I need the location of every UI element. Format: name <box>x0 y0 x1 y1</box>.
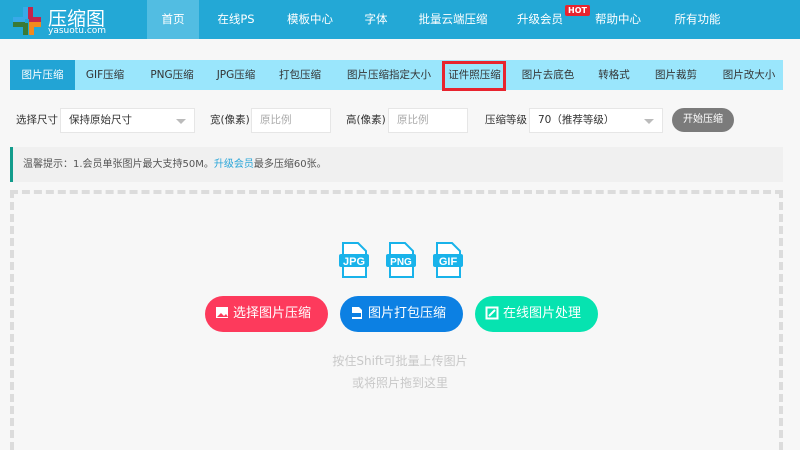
tip-banner: 温馨提示：1.会员单张图片最大支持50M。升级会员最多压缩60张。 <box>10 147 783 182</box>
tab-remove-bg[interactable]: 图片去底色 <box>518 60 578 90</box>
png-file-icon: PNG <box>386 242 416 278</box>
size-value: 保持原始尺寸 <box>69 114 132 126</box>
tip-suffix: 最多压缩60张。 <box>253 159 327 170</box>
nav-help[interactable]: 帮助中心 <box>588 0 648 39</box>
tab-convert[interactable]: 转格式 <box>593 60 635 90</box>
height-input[interactable]: 原比例 <box>388 108 468 133</box>
nav-home[interactable]: 首页 <box>147 0 199 39</box>
highlight-box <box>442 61 506 91</box>
height-label: 高(像素) <box>346 114 386 126</box>
nav-templates[interactable]: 模板中心 <box>275 0 345 39</box>
select-image-label: 选择图片压缩 <box>233 306 312 321</box>
logo-cross-icon <box>13 7 41 35</box>
hot-badge: HOT <box>565 5 590 16</box>
tool-tabs: 图片压缩 GIF压缩 PNG压缩 JPG压缩 打包压缩 图片压缩指定大小 证件照… <box>10 60 783 90</box>
tip-text: 温馨提示：1.会员单张图片最大支持50M。 <box>23 159 214 170</box>
tab-target-size[interactable]: 图片压缩指定大小 <box>340 60 438 90</box>
nav-upgrade[interactable]: 升级会员 <box>510 0 570 39</box>
tab-crop[interactable]: 图片裁剪 <box>650 60 702 90</box>
tab-png[interactable]: PNG压缩 <box>143 60 201 90</box>
chevron-down-icon <box>644 119 654 124</box>
gif-file-icon: GIF <box>433 242 463 278</box>
tab-resize[interactable]: 图片改大小 <box>718 60 780 90</box>
pack-compress-button[interactable]: 图片打包压缩 <box>340 296 463 332</box>
tab-gif[interactable]: GIF压缩 <box>80 60 130 90</box>
tab-pack[interactable]: 打包压缩 <box>275 60 325 90</box>
start-compress-button[interactable]: 开始压缩 <box>672 108 734 132</box>
top-header: 压缩图 yasuotu.com 首页 在线PS 模板中心 字体 批量云端压缩 升… <box>0 0 800 39</box>
jpg-file-icon: JPG <box>339 242 369 278</box>
svg-text:GIF: GIF <box>439 256 458 268</box>
tab-jpg[interactable]: JPG压缩 <box>210 60 262 90</box>
select-image-button[interactable]: 选择图片压缩 <box>205 296 328 332</box>
hint-line-2: 或将照片拖到这里 <box>351 376 448 390</box>
zip-file-icon <box>351 307 362 319</box>
level-label: 压缩等级 <box>485 114 527 126</box>
size-select[interactable]: 保持原始尺寸 <box>60 108 195 133</box>
svg-text:PNG: PNG <box>390 257 412 268</box>
nav-batch-cloud[interactable]: 批量云端压缩 <box>408 0 498 39</box>
svg-text:JPG: JPG <box>343 256 365 268</box>
level-select[interactable]: 70（推荐等级） <box>529 108 663 133</box>
upgrade-link[interactable]: 升级会员 <box>214 159 254 170</box>
size-label: 选择尺寸 <box>16 114 58 126</box>
edit-icon <box>485 306 499 320</box>
hint-line-1: 按住Shift可批量上传图片 <box>332 354 468 368</box>
level-value: 70（推荐等级） <box>538 114 615 126</box>
nav-all-features[interactable]: 所有功能 <box>665 0 730 39</box>
online-edit-label: 在线图片处理 <box>503 306 582 321</box>
logo-url: yasuotu.com <box>48 26 107 36</box>
image-icon <box>216 307 228 318</box>
online-edit-button[interactable]: 在线图片处理 <box>475 296 598 332</box>
nav-fonts[interactable]: 字体 <box>352 0 400 39</box>
width-input[interactable]: 原比例 <box>251 108 331 133</box>
pack-compress-label: 图片打包压缩 <box>368 306 447 321</box>
width-label: 宽(像素) <box>210 114 250 126</box>
tab-image-compress[interactable]: 图片压缩 <box>10 60 75 90</box>
nav-online-ps[interactable]: 在线PS <box>205 0 267 39</box>
logo[interactable]: 压缩图 yasuotu.com <box>12 4 132 36</box>
chevron-down-icon <box>176 119 186 124</box>
